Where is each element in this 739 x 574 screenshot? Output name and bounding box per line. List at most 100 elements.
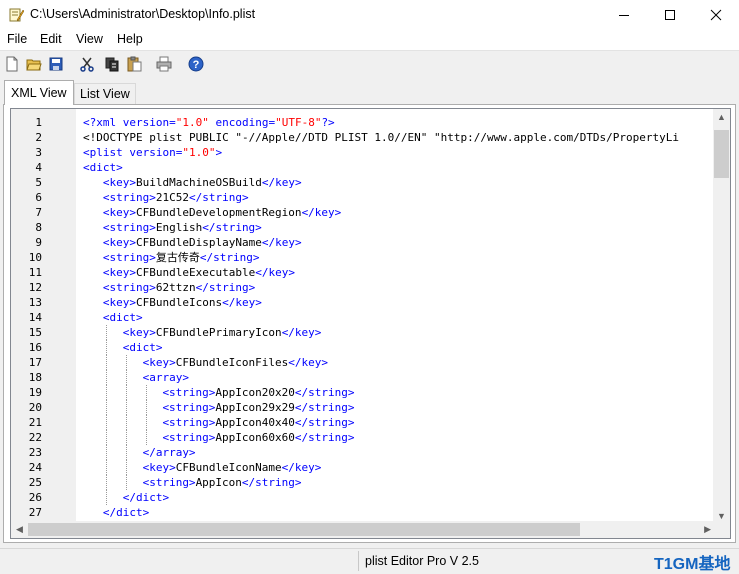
code-line: <dict> [83, 160, 715, 175]
code-line: <string>AppIcon20x20</string> [83, 385, 715, 400]
indent-guide [106, 325, 108, 340]
indent-guide [126, 475, 128, 490]
close-icon [710, 9, 722, 21]
code-line: <string>AppIcon40x40</string> [83, 415, 715, 430]
line-number: 6 [35, 191, 42, 204]
code-text: </dict> [122, 491, 170, 504]
menu-file[interactable]: File [7, 32, 27, 46]
copy-button[interactable] [103, 55, 121, 73]
line-number: 3 [35, 146, 42, 159]
line-number: 12 [28, 281, 42, 294]
line-number: 23 [28, 446, 42, 459]
menu-view[interactable]: View [76, 32, 103, 46]
menu-help[interactable]: Help [117, 32, 143, 46]
indent-guide [126, 415, 128, 430]
code-text: <key>CFBundleExecutable</key> [102, 266, 295, 279]
minimize-button[interactable] [601, 0, 647, 30]
code-line: </dict> [83, 505, 715, 520]
indent-guide [106, 340, 108, 355]
code-text: <key>CFBundleIconName</key> [142, 461, 322, 474]
copy-icon [105, 57, 119, 72]
window-title: C:\Users\Administrator\Desktop\Info.plis… [30, 7, 256, 21]
indent-guide [126, 370, 128, 385]
indent-guide [126, 460, 128, 475]
code-text: <string>62ttzn</string> [102, 281, 256, 294]
indent-guide [145, 400, 147, 415]
line-number: 10 [28, 251, 42, 264]
help-icon: ? [188, 56, 204, 72]
code-text: <string>AppIcon</string> [142, 476, 302, 489]
line-number: 26 [28, 491, 42, 504]
indent-guide [106, 400, 108, 415]
tab-xml-view[interactable]: XML View [4, 80, 74, 105]
code-line: <key>CFBundleIconName</key> [83, 460, 715, 475]
code-text: <dict> [122, 341, 163, 354]
svg-text:?: ? [193, 59, 200, 71]
cut-button[interactable] [78, 55, 96, 73]
code-line: <key>CFBundleDisplayName</key> [83, 235, 715, 250]
code-line: <string>AppIcon</string> [83, 475, 715, 490]
code-text: <string>AppIcon60x60</string> [162, 431, 355, 444]
code-line: </array> [83, 445, 715, 460]
line-number: 17 [28, 356, 42, 369]
code-text: <key>CFBundleIconFiles</key> [142, 356, 329, 369]
save-icon [49, 57, 63, 71]
tab-list-view[interactable]: List View [74, 83, 136, 105]
line-number: 21 [28, 416, 42, 429]
line-number: 5 [35, 176, 42, 189]
code-line: <string>English</string> [83, 220, 715, 235]
maximize-button[interactable] [647, 0, 693, 30]
code-text: <key>CFBundleDevelopmentRegion</key> [102, 206, 342, 219]
code-line: <key>CFBundleExecutable</key> [83, 265, 715, 280]
code-text: </array> [142, 446, 196, 459]
close-button[interactable] [693, 0, 739, 30]
line-number: 16 [28, 341, 42, 354]
code-text: <string>AppIcon29x29</string> [162, 401, 355, 414]
new-file-button[interactable] [3, 55, 21, 73]
watermark-logo: T1GM基地 [654, 556, 731, 573]
status-separator [358, 551, 359, 571]
paste-button[interactable] [125, 55, 143, 73]
maximize-icon [665, 10, 675, 20]
app-notepad-icon [9, 8, 24, 22]
help-button[interactable]: ? [187, 55, 205, 73]
print-button[interactable] [155, 55, 173, 73]
line-number: 20 [28, 401, 42, 414]
indent-guide [106, 445, 108, 460]
line-number: 25 [28, 476, 42, 489]
code-text: <key>CFBundlePrimaryIcon</key> [122, 326, 322, 339]
code-line: <string>AppIcon29x29</string> [83, 400, 715, 415]
code-text: <dict> [83, 161, 123, 174]
save-button[interactable] [47, 55, 65, 73]
code-text: <?xml version="1.0" encoding="UTF-8"?> [83, 116, 335, 129]
xml-editor[interactable]: 1 2 3 4 5 6 7 8 9 10 11 12 13 14 15 16 17 18 19 20 21 22 23 24 2… [10, 108, 731, 539]
line-number: 11 [28, 266, 42, 279]
indent-guide [126, 355, 128, 370]
code-line: <array> [83, 370, 715, 385]
status-product-version: plist Editor Pro V 2.5 [365, 554, 479, 568]
scroll-right-arrow-icon[interactable]: ▶ [704, 524, 711, 535]
line-number: 14 [28, 311, 42, 324]
scroll-down-arrow-icon[interactable]: ▼ [717, 511, 726, 521]
code-text: <string>AppIcon40x40</string> [162, 416, 355, 429]
code-text: <string>复古传奇</string> [102, 251, 260, 264]
line-number: 2 [35, 131, 42, 144]
indent-guide [106, 460, 108, 475]
scroll-left-arrow-icon[interactable]: ◀ [16, 524, 23, 535]
line-number: 7 [35, 206, 42, 219]
scroll-up-arrow-icon[interactable]: ▲ [717, 112, 726, 122]
indent-guide [106, 490, 108, 505]
code-area[interactable]: <?xml version="1.0" encoding="UTF-8"?> <!… [83, 115, 715, 524]
line-number: 8 [35, 221, 42, 234]
line-number: 1 [35, 116, 42, 129]
menu-edit[interactable]: Edit [40, 32, 62, 46]
print-icon [156, 56, 172, 72]
horizontal-scroll-thumb[interactable] [28, 523, 580, 536]
indent-guide [126, 385, 128, 400]
horizontal-scrollbar[interactable]: ◀ ▶ [11, 521, 715, 538]
toolbar: ? [0, 50, 739, 78]
vertical-scrollbar[interactable]: ▲ ▼ [713, 109, 730, 524]
open-file-button[interactable] [25, 55, 43, 73]
code-line: <key>CFBundlePrimaryIcon</key> [83, 325, 715, 340]
vertical-scroll-thumb[interactable] [714, 130, 729, 178]
